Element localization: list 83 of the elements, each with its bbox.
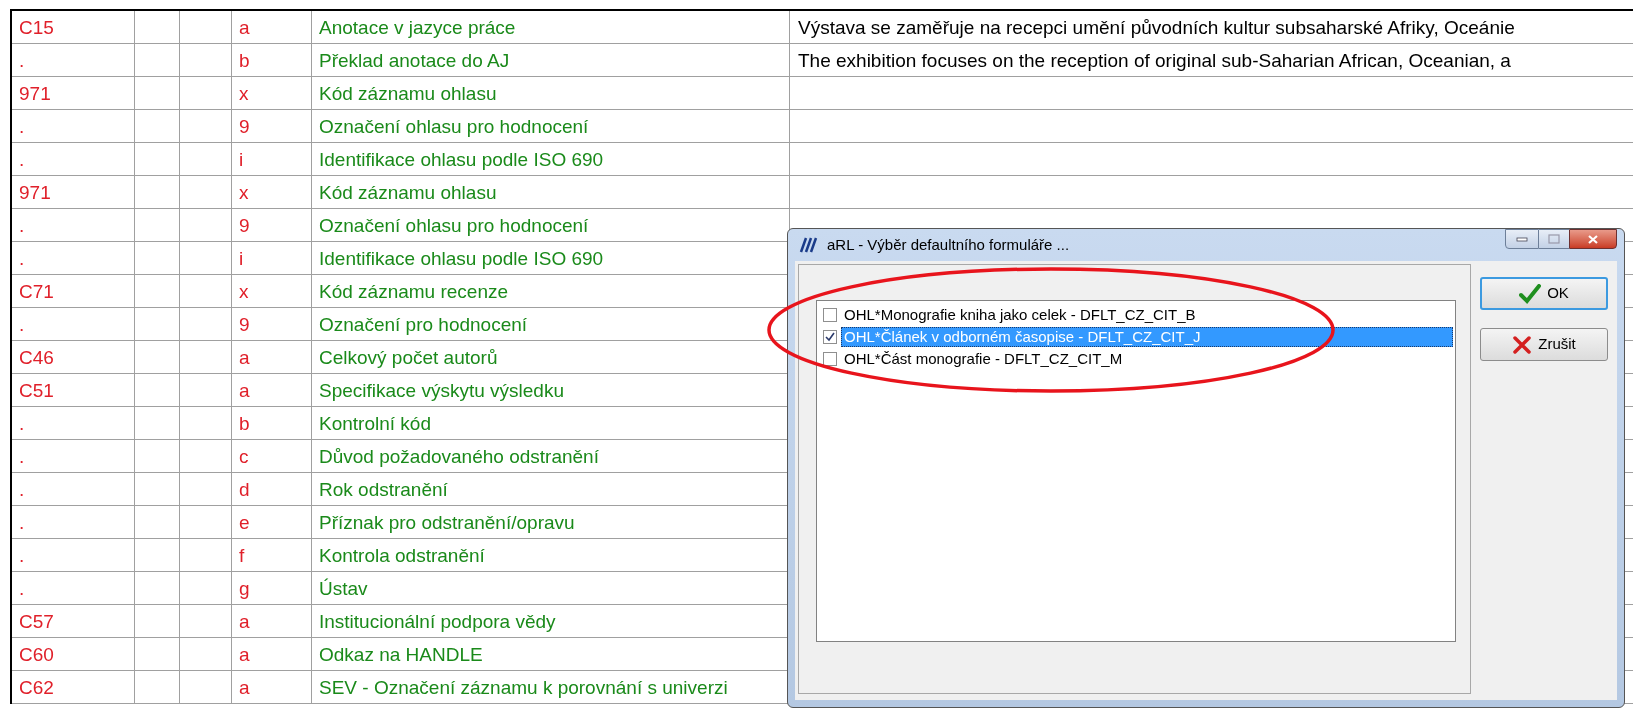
checkbox[interactable] (823, 352, 837, 366)
field-label: SEV - Označení záznamu k porovnání s univerzi (319, 677, 728, 697)
subfield-code: x (239, 83, 249, 103)
field-tag: 971 (19, 83, 51, 103)
field-tag: C15 (19, 17, 54, 37)
field-label: Kód záznamu recenze (319, 281, 509, 301)
field-tag: 971 (19, 182, 51, 202)
list-item[interactable]: OHL*Část monografie - DFLT_CZ_CIT_M (841, 349, 1453, 369)
subfield-code: a (239, 611, 250, 631)
field-tag: . (19, 50, 25, 70)
field-label: Označení ohlasu pro hodnocení (319, 116, 589, 136)
subfield-code: 9 (239, 215, 250, 235)
subfield-code: f (239, 545, 245, 565)
checkbox[interactable] (823, 330, 837, 344)
subfield-code: b (239, 50, 250, 70)
subfield-code: a (239, 17, 250, 37)
field-label: Příznak pro odstranění/opravu (319, 512, 575, 532)
maximize-icon (1548, 234, 1560, 244)
subfield-code: i (239, 149, 244, 169)
field-tag: C46 (19, 347, 54, 367)
field-label: Celkový počet autorů (319, 347, 498, 367)
field-tag: . (19, 248, 25, 268)
field-tag: C71 (19, 281, 54, 301)
subfield-code: d (239, 479, 250, 499)
field-label: Ústav (319, 578, 368, 598)
ok-button[interactable]: OK (1480, 277, 1608, 310)
cancel-button[interactable]: Zrušit (1480, 328, 1608, 361)
x-icon (1512, 334, 1533, 355)
field-label: Kontrolní kód (319, 413, 431, 433)
field-value: The exhibition focuses on the reception of original sub-Saharian African, Oceanian, a (798, 50, 1511, 70)
field-label: Kontrola odstranění (319, 545, 485, 565)
subfield-code: 9 (239, 314, 250, 334)
field-label: Identifikace ohlasu podle ISO 690 (319, 248, 604, 268)
subfield-code: i (239, 248, 244, 268)
subfield-code: a (239, 644, 250, 664)
check-icon (825, 332, 835, 342)
subfield-code: a (239, 677, 250, 697)
field-tag: . (19, 149, 25, 169)
field-tag: . (19, 215, 25, 235)
subfield-code: b (239, 413, 250, 433)
field-tag: . (19, 413, 25, 433)
close-button[interactable] (1569, 229, 1617, 249)
window-title: aRL - Výběr defaultního formuláře ... (827, 234, 1070, 255)
subfield-code: x (239, 281, 249, 301)
minimize-icon (1516, 236, 1528, 242)
subfield-code: x (239, 182, 249, 202)
field-tag: C60 (19, 644, 54, 664)
field-label: Překlad anotace do AJ (319, 50, 510, 70)
field-tag: . (19, 116, 25, 136)
field-label: Rok odstranění (319, 479, 448, 499)
field-tag: . (19, 446, 25, 466)
field-tag: . (19, 479, 25, 499)
field-label: Identifikace ohlasu podle ISO 690 (319, 149, 604, 169)
field-label: Odkaz na HANDLE (319, 644, 483, 664)
field-tag: . (19, 512, 25, 532)
app-logo-icon (797, 237, 819, 253)
checkbox[interactable] (823, 308, 837, 322)
field-tag: . (19, 545, 25, 565)
subfield-code: c (239, 446, 249, 466)
minimize-button[interactable] (1505, 229, 1539, 249)
check-icon (1519, 283, 1542, 304)
field-label: Označení ohlasu pro hodnocení (319, 215, 589, 235)
field-tag: C51 (19, 380, 54, 400)
subfield-code: a (239, 380, 250, 400)
field-tag: C57 (19, 611, 54, 631)
field-label: Označení pro hodnocení (319, 314, 528, 334)
field-label: Důvod požadovaného odstranění (319, 446, 599, 466)
field-tag: . (19, 314, 25, 334)
subfield-code: a (239, 347, 250, 367)
field-value: Výstava se zaměřuje na recepci umění původních kultur subsaharské Afriky, Oceánie (798, 17, 1515, 37)
field-tag: . (19, 578, 25, 598)
field-label: Kód záznamu ohlasu (319, 182, 497, 202)
maximize-button[interactable] (1539, 229, 1569, 249)
field-label: Kód záznamu ohlasu (319, 83, 497, 103)
field-tag: C62 (19, 677, 54, 697)
close-icon (1587, 233, 1599, 245)
field-label: Anotace v jazyce práce (319, 17, 516, 37)
list-item[interactable]: OHL*Monografie kniha jako celek - DFLT_CZ_CIT_B (841, 305, 1453, 325)
subfield-code: 9 (239, 116, 250, 136)
field-label: Specifikace výskytu výsledku (319, 380, 564, 400)
subfield-code: e (239, 512, 250, 532)
field-label: Institucionální podpora vědy (319, 611, 556, 631)
subfield-code: g (239, 578, 250, 598)
